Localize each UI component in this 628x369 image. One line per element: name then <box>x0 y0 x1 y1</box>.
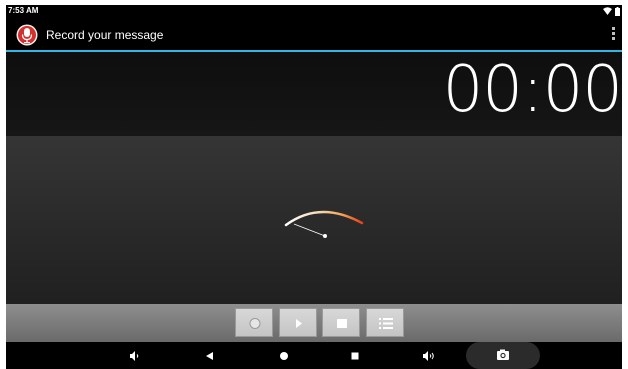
record-icon <box>249 318 261 329</box>
home-button[interactable] <box>274 346 294 366</box>
screenshot-button[interactable] <box>466 342 540 369</box>
back-icon <box>206 352 213 360</box>
status-bar: 7:53 AM <box>6 5 622 18</box>
timer-display: 00:00 <box>442 53 622 127</box>
tablet-display: 7:53 AM Record your message 00:00 <box>6 5 622 369</box>
vu-meter-scale <box>284 210 364 227</box>
status-icons <box>603 6 620 16</box>
back-button[interactable] <box>200 346 220 366</box>
navigation-bar <box>6 342 622 369</box>
vu-meter-pivot <box>323 234 327 238</box>
volume-down-button[interactable] <box>123 346 143 366</box>
recents-icon <box>351 352 359 360</box>
volume-up-button[interactable] <box>419 346 439 366</box>
play-button[interactable] <box>279 308 317 337</box>
wifi-icon <box>603 7 612 15</box>
play-icon <box>296 319 302 328</box>
status-time: 7:53 AM <box>8 6 39 15</box>
microphone-icon[interactable] <box>16 24 38 46</box>
timer-panel: 00:00 <box>6 52 622 136</box>
battery-icon <box>615 6 620 16</box>
home-icon <box>280 352 288 360</box>
app-title: Record your message <box>46 28 164 42</box>
stop-icon <box>337 319 347 328</box>
list-button[interactable] <box>366 308 404 337</box>
record-button[interactable] <box>235 308 273 337</box>
list-icon <box>379 318 393 329</box>
volume-down-icon <box>130 351 139 361</box>
vu-meter <box>284 210 364 238</box>
control-strip <box>6 304 622 342</box>
recents-button[interactable] <box>345 346 365 366</box>
volume-up-icon <box>423 351 434 361</box>
overflow-menu-icon[interactable] <box>609 27 617 43</box>
recording-area <box>6 136 622 304</box>
screen: 7:53 AM Record your message 00:00 <box>0 0 628 369</box>
stop-button[interactable] <box>322 308 360 337</box>
camera-icon <box>497 349 509 360</box>
vu-meter-needle <box>293 223 326 237</box>
